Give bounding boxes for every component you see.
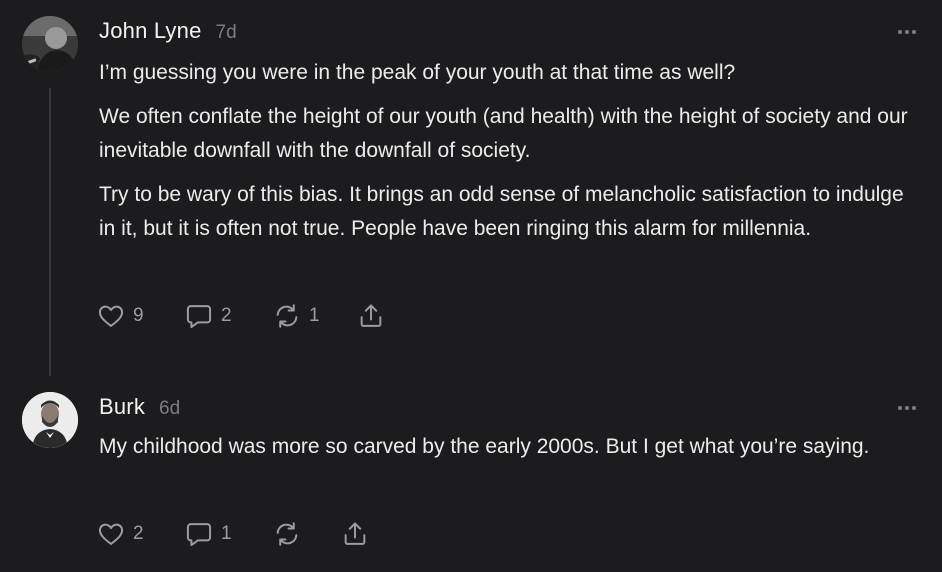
comment-paragraph: My childhood was more so carved by the e… (99, 435, 870, 458)
comment-thread: John Lyne 7d I’m guessing you were in th… (0, 0, 942, 572)
timestamp[interactable]: 7d (216, 22, 237, 44)
share-button[interactable] (357, 302, 385, 330)
restack-button[interactable]: 1 (273, 302, 357, 330)
share-upload-icon (344, 522, 366, 545)
speech-bubble-icon (186, 305, 212, 329)
avatar[interactable] (22, 16, 78, 72)
comment-header: John Lyne 7d (99, 18, 237, 44)
comment-body: My childhood was more so carved by the e… (99, 430, 919, 474)
timestamp[interactable]: 6d (159, 398, 180, 420)
reply-count: 2 (221, 305, 232, 326)
share-button[interactable] (341, 520, 369, 548)
reply-count: 1 (221, 523, 232, 544)
restack-button[interactable] (273, 520, 341, 548)
like-button[interactable]: 9 (97, 302, 185, 330)
comment-actions: 2 1 (97, 520, 369, 548)
heart-icon (98, 523, 124, 545)
more-options-button[interactable] (898, 30, 916, 34)
author-name[interactable]: John Lyne (99, 18, 202, 44)
avatar[interactable] (22, 392, 78, 448)
share-upload-icon (360, 304, 382, 327)
like-button[interactable]: 2 (97, 520, 185, 548)
speech-bubble-icon (186, 523, 212, 547)
reply-button[interactable]: 2 (185, 302, 273, 330)
comment-paragraph: We often conflate the height of our yout… (99, 105, 908, 162)
restack-arrows-icon (276, 304, 298, 328)
thread-line (49, 88, 51, 376)
ellipsis-icon (898, 406, 902, 410)
like-count: 2 (133, 523, 144, 544)
restack-arrows-icon (276, 522, 298, 546)
ellipsis-icon (898, 30, 902, 34)
comment-header: Burk 6d (99, 394, 180, 420)
comment-actions: 9 2 1 (97, 302, 385, 330)
author-name[interactable]: Burk (99, 394, 145, 420)
like-count: 9 (133, 305, 144, 326)
comment-paragraph: I’m guessing you were in the peak of you… (99, 61, 736, 84)
reply-button[interactable]: 1 (185, 520, 273, 548)
heart-icon (98, 305, 124, 327)
comment-body: I’m guessing you were in the peak of you… (99, 56, 919, 256)
comment-paragraph: Try to be wary of this bias. It brings a… (99, 183, 904, 240)
more-options-button[interactable] (898, 406, 916, 410)
restack-count: 1 (309, 305, 320, 326)
